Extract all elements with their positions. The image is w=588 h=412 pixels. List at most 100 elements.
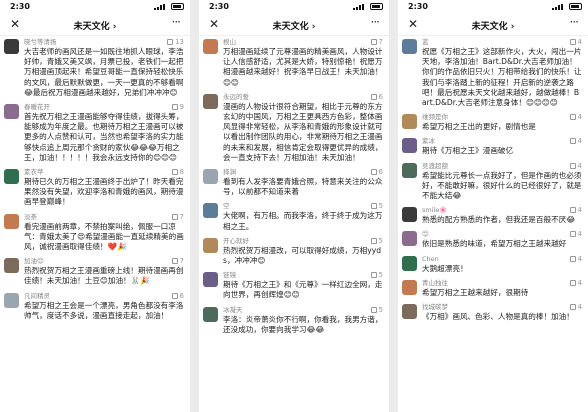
phone-screen-3: 2:30 ✕ 未天文化 › ··· 蓝 4 祝愿《万相之王》这部新作火，大火，闯出一… [398,0,588,412]
comment-text: 期待《万相之王》和《元尊》一样红边全网，走向世界，再创辉煌😊😊 [223,280,383,300]
comment-text: 依旧是熟悉的味道，希望万相之王越来越好 [422,239,567,249]
comment-text: 希望能比元尊长一点我好了，但是作画的也必须好，不能敢好嘛，很好什么的已经很好了，… [422,170,582,201]
like-count: 4 [577,278,582,287]
more-icon[interactable]: ··· [172,15,182,29]
thumbs-up-icon [569,114,576,121]
avatar[interactable] [402,255,417,271]
avatar[interactable] [402,138,417,154]
like-count: 4 [577,254,582,263]
like-button[interactable]: 4 [569,254,582,264]
thumbs-up-icon [171,258,178,265]
like-count: 4 [577,206,582,215]
battery-icon [171,3,184,10]
battery-icon [370,3,383,10]
avatar[interactable] [4,169,19,185]
avatar[interactable] [203,169,218,185]
more-icon[interactable]: ··· [570,15,580,29]
avatar[interactable] [402,304,417,320]
like-count: 8 [179,168,184,177]
more-icon[interactable]: ··· [371,15,381,29]
avatar[interactable] [402,279,417,295]
like-count: 6 [378,168,383,177]
like-button[interactable]: 7 [171,212,184,222]
avatar[interactable] [402,114,417,130]
comment-item: 😊 4 依旧是熟悉的味道，希望万相之王越来越好 [402,230,582,249]
comment-item: 找城碳梦 4 《万相》画风、色彩、人物是真的棒！加油！ [402,303,582,322]
avatar[interactable] [203,203,218,219]
like-button[interactable]: 4 [569,303,582,312]
comment-text: 期待《万相之王》漫画破亿 [422,146,514,156]
comment-item: 青山独往 4 希望万相之王越来越好，很期待 [402,279,582,298]
comment-item: 素衣苹 8 期待已久的万相之王漫画终于出炉了！昨天看完果然没有失望，欢迎李洛和青娥的… [4,168,184,208]
like-button[interactable]: 5 [370,202,383,211]
signal-icon [552,4,564,10]
thumbs-up-icon [569,279,576,286]
avatar[interactable] [402,39,417,54]
status-bar: 2:30 [0,0,190,14]
nav-title-text: 未天文化 [272,22,309,32]
thumbs-up-icon [171,292,178,299]
avatar[interactable] [402,231,417,247]
phone-screen-1: 2:30 ✕ 未天文化 › ··· 晓兮等清扬 13 大吉老师的画风还是一如既往地抓… [0,0,190,412]
avatar[interactable] [203,272,218,288]
avatar[interactable] [402,207,417,223]
nav-bar: ✕ 未天文化 › ··· [0,14,190,36]
like-count: 5 [378,305,383,314]
like-button[interactable]: 4 [569,113,582,122]
like-button[interactable]: 6 [370,93,383,102]
comment-item: 蓝 4 祝愿《万相之王》这部新作火，大火，闯出一片天地，李洛加油！Bart.D&Dr… [402,38,582,108]
like-button[interactable]: 4 [569,278,582,288]
like-button[interactable]: 6 [370,168,383,177]
comment-item: 竞渡超额 4 希望能比元尊长一点我好了，但是作画的也必须好，不能敢好嘛，很好什么的已… [402,162,582,202]
like-button[interactable]: 4 [569,38,582,47]
nav-bar: ✕ 未天文化 › ··· [398,14,588,36]
comment-text: 希望万相之王出的更好，剧情也是 [422,122,536,132]
avatar[interactable] [4,104,19,120]
like-button[interactable]: 4 [569,137,582,146]
avatar[interactable] [4,213,19,229]
like-button[interactable]: 13 [167,38,184,47]
status-bar: 2:30 [199,0,389,14]
like-button[interactable]: 6 [171,292,184,301]
like-button[interactable]: 7 [370,38,383,47]
like-count: 7 [179,212,184,221]
avatar[interactable] [203,93,218,109]
comment-item: 链镜 5 期待《万相之王》和《元尊》一样红边全网，走向世界，再创辉煌😊😊 [203,271,383,300]
comment-feed: 晓兮等清扬 13 大吉老师的画风还是一如既往地抓人眼球，李浩好帅，青娥又美又飒，月票… [0,36,190,321]
bottom-fade [0,404,190,412]
avatar[interactable] [4,292,19,308]
avatar[interactable] [4,39,19,54]
like-button[interactable]: 4 [569,162,582,171]
comment-item: 淡荼 7 看完漫画前两章，不禁拍案叫绝，佩服一口凉气：青娥太美了😍希望漫画能一直延续… [4,213,184,253]
thumbs-up-icon [569,138,576,145]
avatar[interactable] [203,306,218,322]
nav-title-text: 未天文化 [471,22,508,32]
commenter-name: 青山独往 [422,278,448,287]
like-button[interactable]: 7 [171,257,184,266]
like-button[interactable]: 5 [370,305,383,315]
thumbs-up-icon [569,207,576,214]
avatar[interactable] [402,162,417,178]
nav-title: 未天文化 › [471,22,515,32]
like-button[interactable]: 5 [370,237,383,246]
commenter-name: 晓兮等清扬 [24,38,57,46]
avatar[interactable] [203,39,218,54]
like-button[interactable]: 4 [569,230,582,239]
like-button[interactable]: 4 [569,206,582,215]
comment-text: 热烈祝贺万相漫改，可以取得好成绩，万相yyds，冲冲冲😊 [223,245,382,266]
like-button[interactable]: 5 [370,271,383,280]
comment-text: 希望万相之王越来越好，很期待 [422,287,529,297]
thumbs-up-icon [370,169,377,176]
commenter-name: 维频是你 [422,113,448,122]
comment-item: 永远的誓 6 漫画的人物设计很符合期望，相比于元尊的东方玄幻的中国风，万相之王更具西… [203,93,383,163]
avatar[interactable] [203,237,218,253]
like-button[interactable]: 8 [171,168,184,177]
avatar[interactable] [4,258,19,274]
thumbs-up-icon [569,162,576,169]
like-count: 7 [378,38,383,46]
like-count: 4 [577,137,582,146]
thumbs-up-icon [171,104,178,111]
commenter-name: 凡间精灵 [24,291,50,300]
like-button[interactable]: 9 [171,103,184,112]
comment-text: 看到有人发李洛要青娥合照，特意来关注的公众号，以前都不知道来着 [223,177,383,197]
